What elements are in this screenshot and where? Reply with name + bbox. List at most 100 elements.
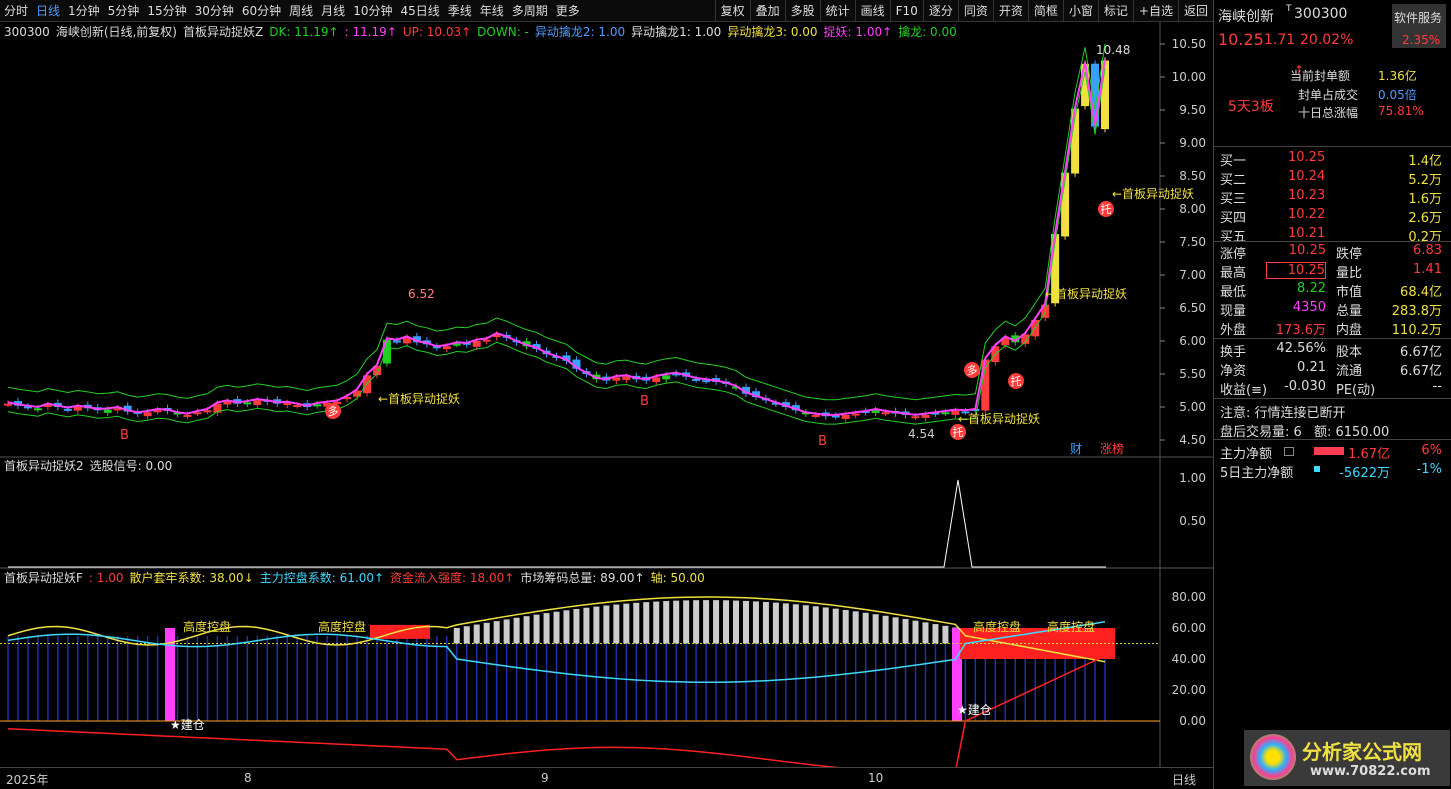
candle-body <box>442 346 451 350</box>
toolbar-item[interactable]: 45日线 <box>396 0 443 22</box>
panel3-s1: 散户套牢系数: 38.00↓ <box>129 571 254 585</box>
panel3-s2: 主力控盘系数: 61.00↑ <box>259 571 385 585</box>
chip-bar <box>752 601 759 644</box>
chip-bar <box>643 602 650 644</box>
candle-body <box>941 412 950 415</box>
panel3-name[interactable]: 首板异动捉妖F <box>4 569 83 586</box>
toolbar-item[interactable]: 简框 <box>1027 0 1063 22</box>
toolbar-item[interactable]: 更多 <box>552 0 584 22</box>
stat-label: 流通 <box>1336 364 1363 379</box>
y-label: 8.00 <box>1179 202 1206 216</box>
toolbar-item[interactable]: 分时 <box>0 0 32 22</box>
quote-pct: 20.02% <box>1300 32 1354 48</box>
main5-net-label: 5日主力净额 <box>1220 466 1294 481</box>
toolbar-item[interactable]: 叠加 <box>749 0 785 22</box>
badge-label: 托 <box>1101 202 1112 216</box>
candle-body <box>622 376 631 380</box>
signal-label: ←首板异动捉妖 <box>958 411 1040 426</box>
y-label: 5.50 <box>1179 367 1206 381</box>
after-volume: 盘后交易量: 6 <box>1220 425 1302 440</box>
toolbar-item[interactable]: 季线 <box>444 0 476 22</box>
bid-price: 10.25 <box>1288 150 1326 165</box>
main-net-pct: 6% <box>1421 443 1442 458</box>
toolbar-item[interactable]: 10分钟 <box>349 0 396 22</box>
toolbar-item[interactable]: 画线 <box>854 0 890 22</box>
toolbar-item[interactable]: +自选 <box>1132 0 1178 22</box>
ten-label: 十日总涨幅 <box>1298 106 1359 120</box>
toolbar-item[interactable]: F10 <box>889 0 923 22</box>
candle-body <box>143 412 152 417</box>
y-label: 5.00 <box>1179 400 1206 414</box>
toolbar-item[interactable]: 标记 <box>1097 0 1133 22</box>
toolbar-item[interactable]: 月线 <box>317 0 349 22</box>
chip-bar <box>553 611 560 644</box>
toolbar-item[interactable]: 5分钟 <box>104 0 144 22</box>
toolbar-item[interactable]: 日线 <box>32 0 64 22</box>
toolbar-item[interactable]: 15分钟 <box>143 0 190 22</box>
toolbar-item[interactable]: 逐分 <box>922 0 958 22</box>
y-label: 10.00 <box>1172 70 1206 84</box>
chip-bar <box>543 613 550 644</box>
stat-label: 市值 <box>1336 285 1363 300</box>
chip-bar <box>902 618 909 644</box>
toolbar-item[interactable]: 统计 <box>819 0 855 22</box>
chip-bar <box>733 600 740 644</box>
stat-label: PE(动) <box>1336 383 1376 398</box>
toolbar-item[interactable]: 小窗 <box>1062 0 1098 22</box>
main5-net-value: -5622万 <box>1339 466 1390 481</box>
chip-bar <box>782 603 789 644</box>
chip-bar <box>882 615 889 644</box>
stat-label: 收益(≡) <box>1220 383 1268 398</box>
stat-value: 68.4亿 <box>1400 285 1442 300</box>
zhang-label[interactable]: 涨榜 <box>1100 441 1124 456</box>
toolbar-item[interactable]: 多周期 <box>508 0 552 22</box>
chip-bar <box>573 608 580 644</box>
divider <box>1214 398 1451 399</box>
main-net-label: 主力净额 <box>1220 447 1273 462</box>
stat-value: -- <box>1432 379 1442 394</box>
chip-bar <box>603 605 610 644</box>
price-chart[interactable]: 10.50 10.00 9.50 9.00 8.50 8.00 7.50 7.00 6.50 6.… <box>0 22 1213 767</box>
stat-label: 最高 <box>1220 266 1247 281</box>
chip-bar <box>673 600 680 644</box>
panel3-s3: 资金流入强度: 18.00↑ <box>390 571 515 585</box>
l1-value: 异动擒龙2: 1.00 <box>534 25 626 39</box>
chip-bar <box>523 616 530 644</box>
main5-net-pct: -1% <box>1416 462 1442 477</box>
stat-value: 4350 <box>1292 300 1326 315</box>
stat-value: 0.21 <box>1297 360 1326 375</box>
toolbar-item[interactable]: 多股 <box>784 0 820 22</box>
list-icon[interactable] <box>1284 447 1294 456</box>
chip-bar <box>703 600 710 644</box>
toolbar-item[interactable]: 复权 <box>714 0 750 22</box>
toolbar-item[interactable]: 周线 <box>285 0 317 22</box>
indicator-name[interactable]: 首板异动捉妖Z <box>183 23 263 40</box>
toolbar-item[interactable]: 开资 <box>992 0 1028 22</box>
control-label: 高度控盘 <box>973 619 1021 634</box>
toolbar-item[interactable]: 同资 <box>957 0 993 22</box>
bid-price: 10.21 <box>1288 226 1326 241</box>
panel3-s5: 轴: 50.00 <box>650 571 705 585</box>
chip-bar <box>942 625 949 644</box>
candle-body <box>4 403 12 406</box>
chart-area[interactable]: 10.50 10.00 9.50 9.00 8.50 8.00 7.50 7.00 6.50 6.… <box>0 22 1213 767</box>
toolbar-item[interactable]: 年线 <box>476 0 508 22</box>
main-net-value: 1.67亿 <box>1348 447 1390 462</box>
y-label: 10.50 <box>1172 37 1206 51</box>
toolbar-item[interactable]: 60分钟 <box>238 0 285 22</box>
panel2-name[interactable]: 首板异动捉妖2 <box>4 457 84 474</box>
toolbar-item[interactable]: 30分钟 <box>191 0 238 22</box>
low-price-label: 4.54 <box>908 427 935 441</box>
panel1-title: 300300 海峡创新(日线,前复权) 首板异动捉妖Z DK: 11.19↑ :… <box>4 23 957 40</box>
chip-bar <box>653 601 660 644</box>
toolbar-item[interactable]: 返回 <box>1177 0 1213 22</box>
cai-label[interactable]: 财 <box>1070 442 1082 456</box>
down-value: DOWN: - <box>477 24 529 39</box>
badge-label: 托 <box>1011 374 1022 388</box>
period-label[interactable]: 日线 <box>1172 771 1196 788</box>
chip-bar <box>932 624 939 644</box>
bid-label: 买一 <box>1220 154 1247 169</box>
stat-label: 量比 <box>1336 266 1363 281</box>
toolbar-item[interactable]: 1分钟 <box>64 0 104 22</box>
flower-logo-icon <box>1250 734 1296 780</box>
